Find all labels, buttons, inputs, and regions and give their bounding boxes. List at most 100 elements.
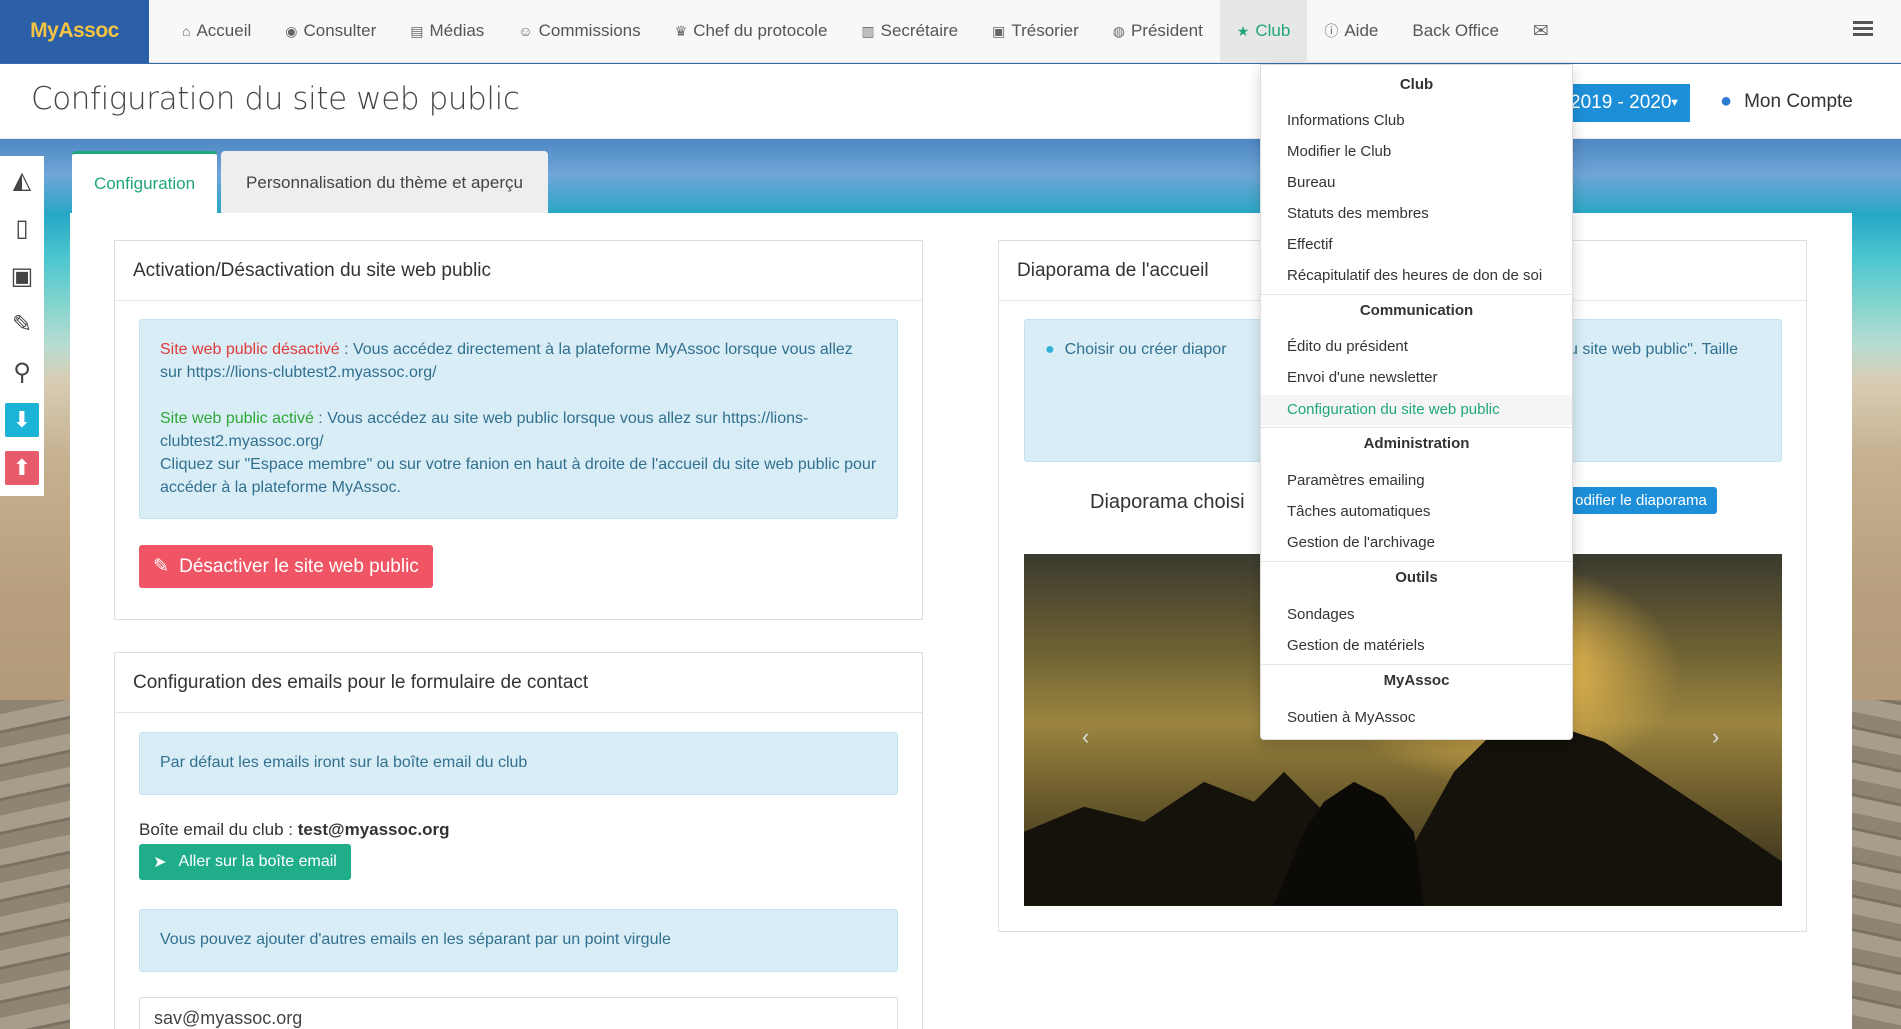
extra-emails-input[interactable]: sav@myassoc.org	[139, 997, 898, 1029]
nav-label: Club	[1255, 21, 1291, 40]
globe-icon: ◍	[1112, 22, 1125, 39]
menu-item-sondages[interactable]: Sondages	[1287, 606, 1355, 623]
activation-on-text2: Cliquez sur "Espace membre" ou sur votre…	[160, 456, 877, 496]
nav-label: Médias	[429, 21, 485, 40]
top-navbar: MyAssoc ⌂ Accueil ◉ Consulter ▤ Médias ☺ Com…	[0, 0, 1901, 63]
club-email-value: test@myassoc.org	[297, 820, 450, 839]
menu-divider	[1261, 561, 1572, 562]
page-header: Configuration du site web public 2019 - …	[0, 64, 1901, 139]
eye-icon: ◉	[285, 22, 298, 39]
slideshow-next-icon[interactable]: ›	[1712, 724, 1719, 750]
slideshow-chosen-label: Diaporama choisi	[1090, 491, 1245, 513]
menu-divider	[1261, 427, 1572, 428]
menu-item-modifier-club[interactable]: Modifier le Club	[1287, 143, 1391, 160]
menu-section-communication: Communication	[1359, 302, 1474, 319]
info-circle-icon: ●	[1045, 341, 1055, 358]
account-menu[interactable]: ● Mon Compte	[1720, 90, 1853, 113]
nav-label: Consulter	[303, 21, 377, 40]
nav-label: Chef du protocole	[693, 21, 828, 40]
nav-item-club[interactable]: ★ Club	[1219, 0, 1308, 63]
menu-section-myassoc: MyAssoc	[1383, 672, 1450, 689]
background-boards-right	[1851, 700, 1901, 1029]
email-config-title: Configuration des emails pour le formula…	[115, 653, 922, 713]
menu-divider	[1261, 664, 1572, 665]
slideshow-climber-silhouette	[1024, 722, 1782, 906]
nav-item-consulter[interactable]: ◉ Consulter	[268, 0, 393, 63]
background-boards-left	[0, 700, 70, 1029]
club-dropdown-menu: Club Informations Club Modifier le Club …	[1260, 64, 1573, 740]
document-icon[interactable]: ▯	[0, 204, 44, 252]
menu-item-taches-automatiques[interactable]: Tâches automatiques	[1287, 503, 1430, 520]
star-icon: ★	[1236, 22, 1250, 39]
menu-item-statuts-membres[interactable]: Statuts des membres	[1287, 205, 1429, 222]
page-title: Configuration du site web public	[31, 81, 520, 117]
nav-item-commissions[interactable]: ☺ Commissions	[501, 0, 657, 63]
brand-logo[interactable]: MyAssoc	[0, 0, 149, 63]
email-default-alert: Par défaut les emails iront sur la boîte…	[139, 732, 898, 795]
book-icon: ▥	[861, 22, 875, 39]
nav-label: Président	[1130, 21, 1203, 40]
menu-item-soutien-myassoc[interactable]: Soutien à MyAssoc	[1287, 709, 1415, 726]
map-marker-icon[interactable]: ⚲	[0, 348, 44, 396]
menu-divider	[1261, 294, 1572, 295]
menu-item-config-site-web[interactable]: Configuration du site web public	[1261, 395, 1572, 425]
money-icon[interactable]: ▣	[0, 252, 44, 300]
slideshow-info-right: u site web public". Taille	[1569, 341, 1739, 358]
tab-configuration[interactable]: Configuration	[72, 151, 217, 214]
menu-item-recap-heures[interactable]: Récapitulatif des heures de don de soi	[1287, 267, 1542, 284]
envelope-icon: ✉	[1532, 20, 1549, 42]
nav-label: Trésorier	[1011, 21, 1079, 40]
go-to-mailbox-button[interactable]: ➤ Aller sur la boîte email	[139, 844, 351, 880]
activation-on-text: Site web public activé : Vous accédez au…	[160, 407, 877, 453]
menu-item-gestion-materiels[interactable]: Gestion de matériels	[1287, 637, 1425, 654]
activation-off-text: Site web public désactivé : Vous accédez…	[160, 338, 877, 384]
nav-label: Secrétaire	[880, 21, 959, 40]
menu-item-informations-club[interactable]: Informations Club	[1287, 112, 1405, 129]
menu-item-gestion-archivage[interactable]: Gestion de l'archivage	[1287, 534, 1435, 551]
nav-item-accueil[interactable]: ⌂ Accueil	[165, 0, 268, 63]
paper-plane-icon: ➤	[153, 854, 167, 871]
nav-item-tresorier[interactable]: ▣ Trésorier	[975, 0, 1096, 63]
menu-item-edito-president[interactable]: Édito du président	[1287, 338, 1408, 355]
nav-item-president[interactable]: ◍ Président	[1096, 0, 1220, 63]
menu-section-administration: Administration	[1363, 435, 1470, 452]
status-on-label: Site web public activé	[160, 410, 314, 427]
nav-label: Aide	[1344, 21, 1379, 40]
year-value: 2019 - 2020	[1570, 92, 1672, 113]
money-icon: ▣	[992, 22, 1006, 39]
nav-label: Commissions	[538, 21, 641, 40]
home-icon: ⌂	[182, 23, 191, 39]
deactivate-button-label: Désactiver le site web public	[179, 555, 419, 577]
file-icon: ▤	[410, 22, 424, 39]
edit-slideshow-button[interactable]: odifier le diaporama	[1565, 487, 1717, 514]
club-email-line: Boîte email du club : test@myassoc.org	[139, 820, 449, 840]
slideshow-prev-icon[interactable]: ‹	[1082, 724, 1089, 750]
mailbox-button-label: Aller sur la boîte email	[178, 853, 337, 870]
download-icon[interactable]: ⬇	[0, 396, 44, 444]
upload-icon[interactable]: ⬆	[0, 444, 44, 492]
activation-panel-title: Activation/Désactivation du site web pub…	[115, 241, 922, 301]
users-icon: ☺	[518, 23, 533, 39]
deactivate-site-button[interactable]: ✎ Désactiver le site web public	[139, 545, 433, 588]
chart-icon[interactable]: ◭	[0, 156, 44, 204]
menu-section-club: Club	[1399, 76, 1434, 93]
email-add-alert: Vous pouvez ajouter d'autres emails en l…	[139, 909, 898, 972]
tab-theme-customization[interactable]: Personnalisation du thème et aperçu	[221, 151, 548, 214]
menu-item-newsletter[interactable]: Envoi d'une newsletter	[1287, 369, 1437, 386]
nav-item-aide[interactable]: ⓘ Aide	[1307, 0, 1395, 63]
menu-item-parametres-emailing[interactable]: Paramètres emailing	[1287, 472, 1425, 489]
year-select[interactable]: 2019 - 2020 ▼	[1560, 84, 1690, 122]
nav-item-back-office[interactable]: Back Office	[1395, 0, 1516, 63]
menu-item-effectif[interactable]: Effectif	[1287, 236, 1333, 253]
menu-toggle-icon[interactable]	[1853, 21, 1873, 39]
wrench-icon[interactable]: ✎	[0, 300, 44, 348]
chevron-down-icon: ▼	[1669, 97, 1680, 109]
nav-item-secretaire[interactable]: ▥ Secrétaire	[844, 0, 975, 63]
status-off-label: Site web public désactivé	[160, 341, 340, 358]
menu-item-bureau[interactable]: Bureau	[1287, 174, 1335, 191]
nav-items: ⌂ Accueil ◉ Consulter ▤ Médias ☺ Commissions…	[165, 0, 1572, 63]
nav-item-medias[interactable]: ▤ Médias	[393, 0, 501, 63]
nav-item-messages[interactable]: ✉	[1516, 0, 1572, 63]
nav-item-chef-protocole[interactable]: ♛ Chef du protocole	[658, 0, 845, 63]
nav-label: Accueil	[196, 21, 252, 40]
